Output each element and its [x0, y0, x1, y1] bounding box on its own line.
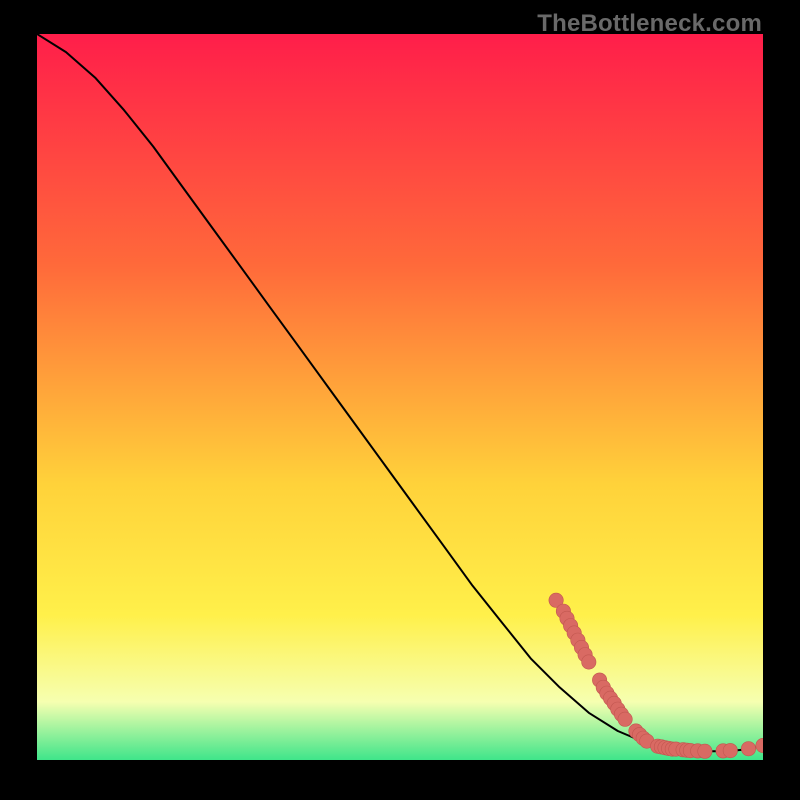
gradient-background — [37, 34, 763, 760]
data-marker — [582, 655, 596, 669]
data-marker — [723, 743, 737, 757]
bottleneck-chart — [37, 34, 763, 760]
data-marker — [618, 712, 632, 726]
chart-frame: TheBottleneck.com — [0, 0, 800, 800]
data-marker — [698, 744, 712, 758]
data-marker — [741, 742, 755, 756]
